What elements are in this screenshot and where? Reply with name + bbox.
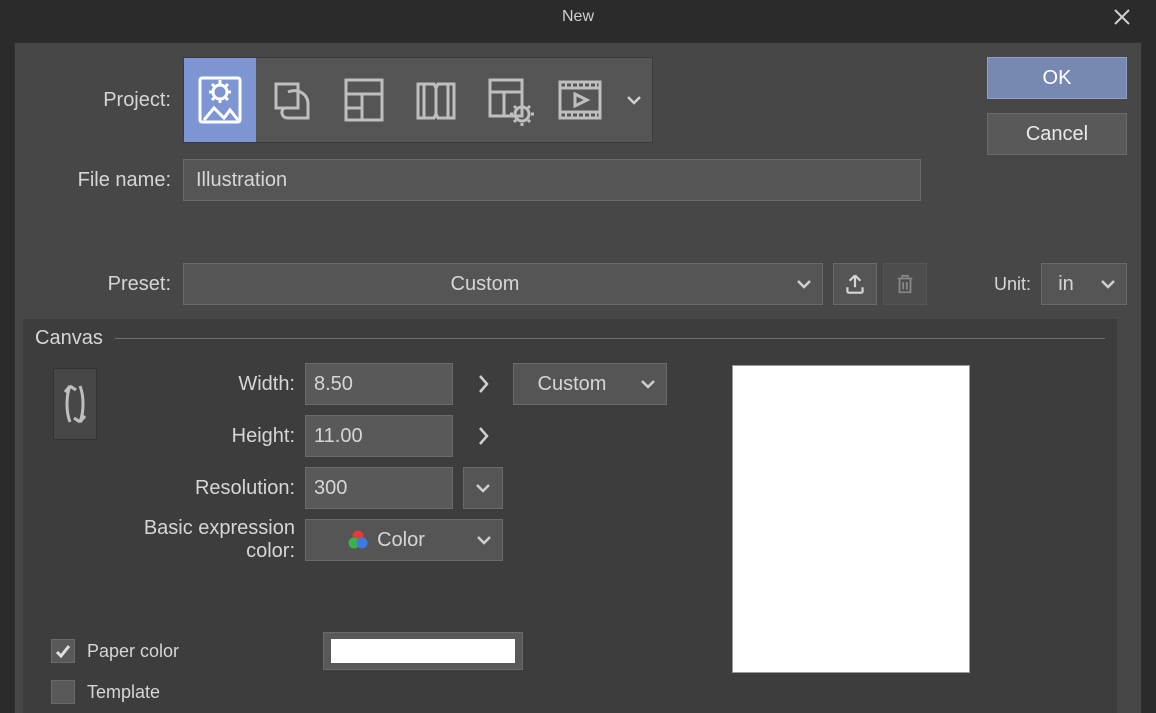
- dialog-actions: OK Cancel: [987, 57, 1127, 155]
- project-label: Project:: [15, 89, 183, 112]
- animation-icon: [554, 74, 606, 126]
- color-label: Basic expression color:: [131, 517, 295, 563]
- paper-color-value: [331, 639, 515, 663]
- titlebar: New: [0, 0, 1156, 34]
- trash-icon: [894, 273, 916, 295]
- chevron-down-icon: [625, 91, 643, 109]
- height-row: Height: 11.00: [131, 410, 691, 462]
- paper-color-label: Paper color: [87, 641, 179, 662]
- swap-dimensions-button[interactable]: [53, 368, 97, 440]
- canvas-fields: Width: 8.50 Custom Height: 11.00: [131, 358, 691, 566]
- project-type-animation[interactable]: [544, 58, 616, 142]
- cancel-button[interactable]: Cancel: [987, 113, 1127, 155]
- comic-settings-icon: [482, 74, 534, 126]
- resolution-input[interactable]: 300: [305, 467, 453, 509]
- preset-row: Preset: Custom Unit: in: [15, 263, 1127, 305]
- width-label: Width:: [131, 373, 295, 396]
- close-icon: [1113, 8, 1131, 26]
- project-type-illustration[interactable]: [184, 58, 256, 142]
- chevron-right-icon: [476, 425, 490, 447]
- rgb-icon: [347, 529, 369, 551]
- canvas-body: Width: 8.50 Custom Height: 11.00: [23, 354, 1117, 362]
- project-type-settings[interactable]: [472, 58, 544, 142]
- delete-preset-button[interactable]: [883, 263, 927, 305]
- preset-select[interactable]: Custom: [183, 263, 823, 305]
- swap-arrows-icon: [62, 378, 88, 430]
- ok-button[interactable]: OK: [987, 57, 1127, 99]
- paper-color-swatch[interactable]: [323, 632, 523, 670]
- canvas-preview: [733, 366, 969, 672]
- save-preset-icon: [842, 271, 868, 297]
- height-stepper[interactable]: [463, 415, 503, 457]
- preset-label: Preset:: [15, 273, 183, 296]
- project-type-book[interactable]: [400, 58, 472, 142]
- project-row: Project:: [15, 57, 653, 143]
- chevron-down-icon: [786, 275, 822, 293]
- filename-input[interactable]: Illustration: [183, 159, 921, 201]
- resolution-dropdown[interactable]: [463, 467, 503, 509]
- new-dialog: OK Cancel Project:: [14, 42, 1142, 713]
- window-title: New: [562, 8, 594, 26]
- chevron-right-icon: [476, 373, 490, 395]
- template-row: Template: [51, 680, 160, 704]
- canvas-group-label: Canvas: [35, 327, 103, 350]
- paper-color-row: Paper color: [51, 632, 523, 670]
- paper-color-checkbox[interactable]: [51, 639, 75, 663]
- filename-row: File name: Illustration: [15, 159, 921, 201]
- height-label: Height:: [131, 425, 295, 448]
- chevron-down-icon: [1090, 275, 1126, 293]
- close-button[interactable]: [1102, 0, 1142, 34]
- resolution-label: Resolution:: [131, 477, 295, 500]
- webtoon-icon: [266, 74, 318, 126]
- canvas-group: Canvas Width: 8.50 Custom: [23, 319, 1117, 713]
- project-type-dropdown[interactable]: [616, 58, 652, 142]
- illustration-icon: [194, 74, 246, 126]
- unit-select[interactable]: in: [1041, 263, 1127, 305]
- width-row: Width: 8.50 Custom: [131, 358, 691, 410]
- chevron-down-icon: [466, 531, 502, 549]
- template-label: Template: [87, 682, 160, 703]
- filename-label: File name:: [15, 169, 183, 192]
- chevron-down-icon: [630, 375, 666, 393]
- project-type-comic[interactable]: [328, 58, 400, 142]
- divider: [115, 338, 1105, 339]
- color-mode-select[interactable]: Color: [305, 519, 503, 561]
- size-preset-select[interactable]: Custom: [513, 363, 667, 405]
- unit-label: Unit:: [994, 274, 1031, 295]
- height-input[interactable]: 11.00: [305, 415, 453, 457]
- chevron-down-icon: [464, 479, 502, 497]
- width-input[interactable]: 8.50: [305, 363, 453, 405]
- comic-panel-icon: [338, 74, 390, 126]
- template-checkbox[interactable]: [51, 680, 75, 704]
- color-row: Basic expression color: Color: [131, 514, 691, 566]
- resolution-row: Resolution: 300: [131, 462, 691, 514]
- width-stepper[interactable]: [463, 363, 503, 405]
- project-type-selector: [183, 57, 653, 143]
- unit-wrap: Unit: in: [994, 263, 1127, 305]
- check-icon: [54, 642, 72, 660]
- canvas-group-header: Canvas: [23, 319, 1117, 354]
- book-icon: [410, 74, 462, 126]
- project-type-webtoon[interactable]: [256, 58, 328, 142]
- save-preset-button[interactable]: [833, 263, 877, 305]
